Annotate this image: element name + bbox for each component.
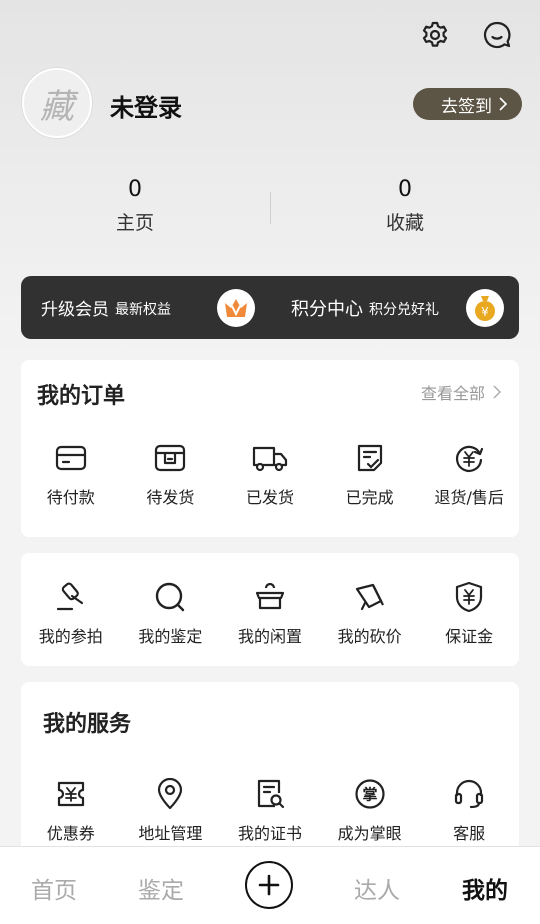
customer-service[interactable]: 客服 (419, 776, 519, 844)
gavel-icon (53, 579, 89, 615)
nav-mine[interactable]: 我的 (462, 871, 508, 905)
coupons[interactable]: 优惠券 (21, 776, 121, 844)
grid-label: 我的证书 (237, 824, 302, 843)
basket-icon (252, 579, 288, 615)
my-idle-items[interactable]: 我的闲置 (220, 579, 320, 647)
checkin-button[interactable]: 去签到 (413, 88, 522, 120)
grid-label: 已发货 (245, 488, 294, 507)
order-after-sales[interactable]: 退货/售后 (419, 440, 519, 508)
stat-value: 0 (128, 177, 142, 202)
grid-label: 退货/售后 (434, 488, 504, 507)
my-appraisals[interactable]: 我的鉴定 (121, 579, 221, 647)
grid-label: 保证金 (445, 627, 494, 646)
grid-label: 待发货 (146, 488, 195, 507)
order-shipped[interactable]: 已发货 (220, 440, 320, 508)
grid-label: 我的鉴定 (138, 627, 203, 646)
grid-label: 客服 (453, 824, 486, 843)
check-document-icon (352, 440, 388, 476)
truck-icon (252, 440, 288, 476)
orders-title: 我的订单 (37, 384, 126, 409)
refund-icon (451, 440, 487, 476)
message-icon[interactable] (480, 18, 514, 52)
coupon-icon (53, 776, 89, 812)
nav-appraise[interactable]: 鉴定 (138, 871, 184, 905)
bottom-nav: 首页 鉴定 达人 我的 (0, 846, 540, 924)
wallet-icon (53, 440, 89, 476)
grid-label: 我的砍价 (337, 627, 402, 646)
stat-divider (270, 192, 271, 224)
my-bids[interactable]: 我的参拍 (21, 579, 121, 647)
expert-icon: 掌 (352, 776, 388, 812)
svg-text:¥: ¥ (481, 305, 489, 319)
location-icon (152, 776, 188, 812)
become-expert[interactable]: 掌 成为掌眼 (320, 776, 420, 844)
see-all-orders-link[interactable]: 查看全部 (421, 380, 501, 404)
see-all-label: 查看全部 (420, 384, 485, 403)
checkin-label: 去签到 (441, 96, 492, 117)
grid-label: 待付款 (46, 488, 95, 507)
auction-card: 我的参拍 我的鉴定 我的闲置 我的砍价 保证金 (21, 553, 519, 666)
my-bargains[interactable]: 我的砍价 (320, 579, 420, 647)
services-grid: 优惠券 地址管理 我的证书 掌 成为掌眼 客服 (21, 776, 519, 844)
upgrade-subtitle: 最新权益 (115, 302, 171, 318)
stat-label: 主页 (115, 212, 154, 234)
coin-bag-icon: ¥ (466, 289, 504, 327)
stats-row: 0 主页 0 收藏 (0, 172, 540, 252)
orders-card: 我的订单 查看全部 待付款 待发货 已发货 已完成 退货/售后 (21, 360, 519, 537)
deposit[interactable]: 保证金 (419, 579, 519, 647)
nav-expert[interactable]: 达人 (354, 871, 400, 905)
headset-icon (451, 776, 487, 812)
my-certificates[interactable]: 我的证书 (220, 776, 320, 844)
vip-crown-icon (217, 289, 255, 327)
points-title: 积分中心 (291, 298, 363, 320)
order-completed[interactable]: 已完成 (320, 440, 420, 508)
shield-yuan-icon (451, 579, 487, 615)
order-pending-payment[interactable]: 待付款 (21, 440, 121, 508)
magnifier-icon (152, 579, 188, 615)
certificate-icon (252, 776, 288, 812)
stat-homepage[interactable]: 0 主页 (35, 172, 235, 238)
stat-favorites[interactable]: 0 收藏 (305, 172, 505, 238)
username[interactable]: 未登录 (110, 88, 182, 123)
orders-grid: 待付款 待发货 已发货 已完成 退货/售后 (21, 440, 519, 508)
top-bar (0, 0, 540, 70)
avatar[interactable]: 藏 (22, 68, 92, 138)
grid-label: 我的参拍 (38, 627, 103, 646)
vip-banner: 升级会员 最新权益 积分中心 积分兑好礼 ¥ (21, 276, 519, 339)
svg-text:掌: 掌 (362, 786, 377, 804)
settings-icon[interactable] (418, 18, 452, 52)
plus-icon[interactable] (245, 861, 293, 909)
nav-home[interactable]: 首页 (31, 871, 77, 905)
package-icon (152, 440, 188, 476)
upgrade-title: 升级会员 (41, 300, 109, 320)
points-subtitle: 积分兑好礼 (369, 302, 439, 318)
chevron-right-icon (498, 96, 508, 112)
grid-label: 地址管理 (138, 824, 203, 843)
order-pending-shipment[interactable]: 待发货 (121, 440, 221, 508)
stat-value: 0 (398, 177, 412, 202)
megaphone-icon (352, 579, 388, 615)
grid-label: 优惠券 (46, 824, 95, 843)
chevron-right-icon (493, 385, 501, 399)
grid-label: 成为掌眼 (337, 824, 402, 843)
stat-label: 收藏 (385, 212, 424, 234)
auction-grid: 我的参拍 我的鉴定 我的闲置 我的砍价 保证金 (21, 579, 519, 647)
services-title: 我的服务 (43, 712, 132, 737)
address-management[interactable]: 地址管理 (121, 776, 221, 844)
grid-label: 我的闲置 (237, 627, 302, 646)
grid-label: 已完成 (345, 488, 394, 507)
profile-section: 藏 未登录 去签到 (22, 68, 522, 140)
